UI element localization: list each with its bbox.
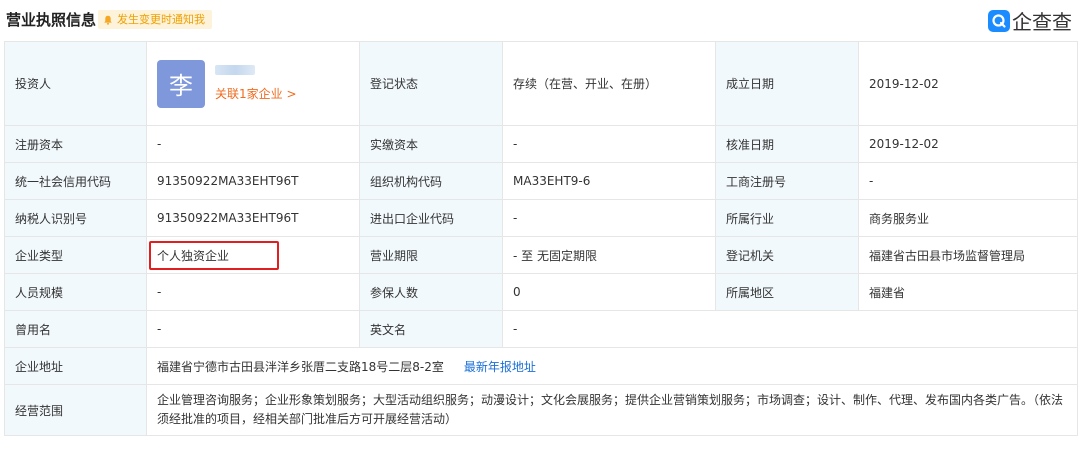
credit-code-label: 统一社会信用代码	[4, 162, 147, 200]
credit-code-value: 91350922MA33EHT96T	[146, 162, 360, 200]
company-type-value: 个人独资企业	[157, 248, 230, 263]
qichacha-logo: 企查查	[988, 6, 1072, 35]
biz-reg-no-label: 工商注册号	[715, 162, 859, 200]
business-term-value: - 至 无固定期限	[502, 236, 716, 274]
insured-count-label: 参保人数	[359, 273, 503, 311]
table-row: 经营范围 企业管理咨询服务；企业形象策划服务；大型活动组织服务；动漫设计；文化会…	[4, 384, 1078, 436]
table-row: 注册资本 - 实缴资本 - 核准日期 2019-12-02	[4, 125, 1078, 163]
company-type-cell: 个人独资企业	[146, 236, 360, 274]
staff-size-label: 人员规模	[4, 273, 147, 311]
former-name-value: -	[146, 310, 360, 348]
business-scope-label: 经营范围	[4, 384, 147, 436]
business-term-label: 营业期限	[359, 236, 503, 274]
org-code-label: 组织机构代码	[359, 162, 503, 200]
founded-label: 成立日期	[715, 41, 859, 126]
address-cell: 福建省宁德市古田县泮洋乡张厝二支路18号二层8-2室 最新年报地址	[146, 347, 1078, 385]
paid-capital-value: -	[502, 125, 716, 163]
table-row: 人员规模 - 参保人数 0 所属地区 福建省	[4, 273, 1078, 311]
address-value: 福建省宁德市古田县泮洋乡张厝二支路18号二层8-2室	[157, 359, 444, 374]
reg-status-label: 登记状态	[359, 41, 503, 126]
table-row: 统一社会信用代码 91350922MA33EHT96T 组织机构代码 MA33E…	[4, 162, 1078, 200]
investor-cell: 李 关联1家企业 >	[146, 41, 360, 126]
address-label: 企业地址	[4, 347, 147, 385]
org-code-value: MA33EHT9-6	[502, 162, 716, 200]
investor-name-redacted	[215, 65, 255, 75]
biz-reg-no-value: -	[858, 162, 1078, 200]
logo-text: 企查查	[1012, 10, 1072, 34]
section-header: 营业执照信息 发生变更时通知我 企查查	[0, 0, 1080, 41]
logo-icon	[988, 9, 1010, 32]
company-type-label: 企业类型	[4, 236, 147, 274]
company-type-highlight: 个人独资企业	[149, 240, 280, 270]
staff-size-value: -	[146, 273, 360, 311]
reg-status-value: 存续（在营、开业、在册）	[502, 41, 716, 126]
investor-label: 投资人	[4, 41, 147, 126]
table-row: 企业类型 个人独资企业 营业期限 - 至 无固定期限 登记机关 福建省古田县市场…	[4, 236, 1078, 274]
notify-change-label: 发生变更时通知我	[117, 13, 205, 26]
bell-icon	[104, 15, 112, 25]
former-name-label: 曾用名	[4, 310, 147, 348]
capital-value: -	[146, 125, 360, 163]
license-info-table: 投资人 李 关联1家企业 > 登记状态 存续（在营、开业、在册） 成立日期 20…	[4, 41, 1078, 436]
region-label: 所属地区	[715, 273, 859, 311]
region-value: 福建省	[858, 273, 1078, 311]
related-companies-link[interactable]: 关联1家企业 >	[215, 85, 297, 102]
authority-value: 福建省古田县市场监督管理局	[858, 236, 1078, 274]
table-row: 投资人 李 关联1家企业 > 登记状态 存续（在营、开业、在册） 成立日期 20…	[4, 41, 1078, 126]
business-scope-value: 企业管理咨询服务；企业形象策划服务；大型活动组织服务；动漫设计；文化会展服务；提…	[146, 384, 1078, 436]
industry-label: 所属行业	[715, 199, 859, 237]
industry-value: 商务服务业	[858, 199, 1078, 237]
tax-id-value: 91350922MA33EHT96T	[146, 199, 360, 237]
import-code-label: 进出口企业代码	[359, 199, 503, 237]
table-row: 曾用名 - 英文名 -	[4, 310, 1078, 348]
section-title: 营业执照信息	[6, 11, 97, 29]
table-row: 纳税人识别号 91350922MA33EHT96T 进出口企业代码 - 所属行业…	[4, 199, 1078, 237]
import-code-value: -	[502, 199, 716, 237]
table-row: 企业地址 福建省宁德市古田县泮洋乡张厝二支路18号二层8-2室 最新年报地址	[4, 347, 1078, 385]
paid-capital-label: 实缴资本	[359, 125, 503, 163]
capital-label: 注册资本	[4, 125, 147, 163]
approve-date-value: 2019-12-02	[858, 125, 1078, 163]
authority-label: 登记机关	[715, 236, 859, 274]
tax-id-label: 纳税人识别号	[4, 199, 147, 237]
notify-change-button[interactable]: 发生变更时通知我	[98, 10, 212, 29]
approve-date-label: 核准日期	[715, 125, 859, 163]
latest-annual-report-address-link[interactable]: 最新年报地址	[464, 360, 536, 374]
founded-value: 2019-12-02	[858, 41, 1078, 126]
avatar[interactable]: 李	[157, 59, 205, 108]
english-name-label: 英文名	[359, 310, 503, 348]
english-name-value: -	[502, 310, 1078, 348]
insured-count-value: 0	[502, 273, 716, 311]
